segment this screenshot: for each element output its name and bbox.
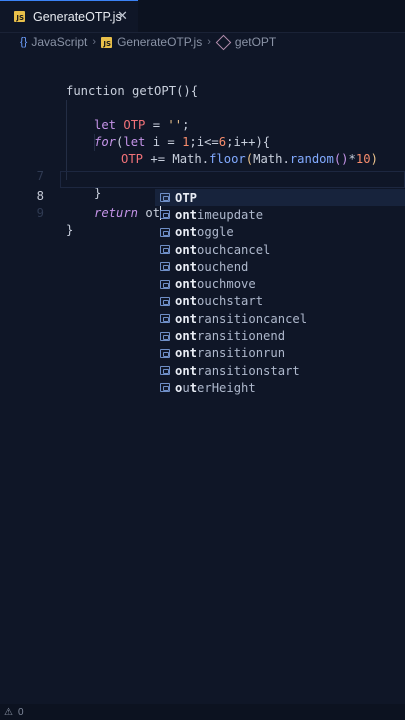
line-number: 9 [36, 206, 44, 220]
suggestion-item[interactable]: OTP [155, 189, 405, 207]
variable-icon [160, 210, 170, 220]
suggestion-item[interactable]: ontouchmove [155, 275, 405, 292]
suggestion-rest: ransitionrun [197, 346, 286, 361]
breadcrumb-language[interactable]: JavaScript [31, 35, 87, 49]
suggestion-item[interactable]: ontransitionend [155, 327, 405, 344]
suggestion-match: OTP [175, 190, 198, 205]
variable-icon [160, 279, 170, 289]
method-icon [215, 34, 232, 50]
code-line-6: OTP += Math.floor(Math.random()*10) [0, 134, 405, 166]
code-token: (){ [176, 84, 199, 98]
suggestion-item[interactable]: ontransitionstart [155, 362, 405, 379]
suggestion-item[interactable]: ontoggle [155, 224, 405, 241]
code-line-2: function getOPT(){ [0, 66, 405, 98]
suggestion-rest: erHeight [197, 380, 256, 395]
suggestion-item[interactable]: ontimeupdate [155, 206, 405, 223]
breadcrumb-file[interactable]: GenerateOTP.js [117, 35, 202, 49]
suggestion-rest: ouchmove [197, 277, 256, 292]
code-token: function [66, 84, 125, 98]
code-token: getOPT [132, 84, 177, 98]
variable-icon [160, 331, 170, 341]
suggestion-item[interactable]: ontouchstart [155, 293, 405, 310]
suggestion-rest: ransitionend [197, 329, 286, 344]
suggestion-item[interactable]: ontouchend [155, 258, 405, 275]
variable-icon [160, 366, 170, 376]
variable-icon [160, 348, 170, 358]
suggestion-match: t [189, 380, 198, 395]
suggestion-rest: ouchend [197, 259, 249, 274]
suggestion-rest: ouchstart [197, 294, 264, 309]
suggestion-rest: u [182, 380, 190, 395]
tab-label: GenerateOTP.js [33, 9, 122, 24]
suggestion-rest: ransitioncancel [197, 311, 308, 326]
breadcrumb-symbol[interactable]: getOPT [235, 35, 276, 49]
code-line-4: let OTP = ''; [0, 100, 405, 132]
variable-icon [160, 383, 170, 393]
suggestion-item[interactable]: outerHeight [155, 379, 405, 396]
status-bar: ⚠ 0 [0, 704, 405, 720]
suggestion-rest: ransitionstart [197, 363, 300, 378]
suggestion-match: ont [175, 363, 198, 378]
suggestion-rest: oggle [197, 225, 234, 240]
chevron-right-icon: › [207, 36, 211, 48]
variable-icon [160, 193, 170, 203]
suggestion-match: ont [175, 242, 198, 257]
suggestion-match: ont [175, 311, 198, 326]
variable-icon [160, 314, 170, 324]
tab-bar: JS GenerateOTP.js ✕ [0, 0, 405, 33]
braces-icon: {} [20, 36, 28, 48]
breadcrumb: {} JavaScript › JS GenerateOTP.js › getO… [0, 32, 405, 52]
suggestion-match: ont [175, 329, 198, 344]
tab-generateotp[interactable]: JS GenerateOTP.js ✕ [0, 0, 138, 32]
suggestion-match: ont [175, 225, 198, 240]
variable-icon [160, 245, 170, 255]
chevron-right-icon: › [92, 36, 97, 48]
code-line-7: 7 } [0, 151, 405, 200]
suggestion-match: ont [175, 346, 198, 361]
suggestion-rest: ouchcancel [197, 242, 271, 257]
variable-icon [160, 262, 170, 272]
code-line-5: for(let i = 1;i<=6;i++){ [0, 117, 405, 149]
suggestion-item[interactable]: ontransitionrun [155, 345, 405, 362]
warning-icon[interactable]: ⚠ [4, 707, 13, 718]
variable-icon [160, 227, 170, 237]
suggestion-match: ont [175, 207, 198, 222]
variable-icon [160, 296, 170, 306]
javascript-file-icon: JS [14, 11, 25, 22]
suggestion-item[interactable]: ontouchcancel [155, 241, 405, 258]
code-line-8: 8 return ot [0, 171, 405, 220]
code-token: return [94, 206, 139, 220]
problems-count[interactable]: 0 [18, 707, 24, 718]
suggestion-rest: imeupdate [197, 207, 264, 222]
code-token: } [66, 223, 74, 237]
autocomplete-list[interactable]: OTP ontimeupdate ontoggle ontouchcancel … [155, 189, 405, 397]
suggestion-item[interactable]: ontransitioncancel [155, 310, 405, 327]
suggestion-match: ont [175, 294, 198, 309]
javascript-file-icon: JS [101, 36, 113, 48]
suggestion-match: ont [175, 277, 198, 292]
suggestion-match: ont [175, 259, 198, 274]
close-icon[interactable]: ✕ [117, 9, 128, 25]
